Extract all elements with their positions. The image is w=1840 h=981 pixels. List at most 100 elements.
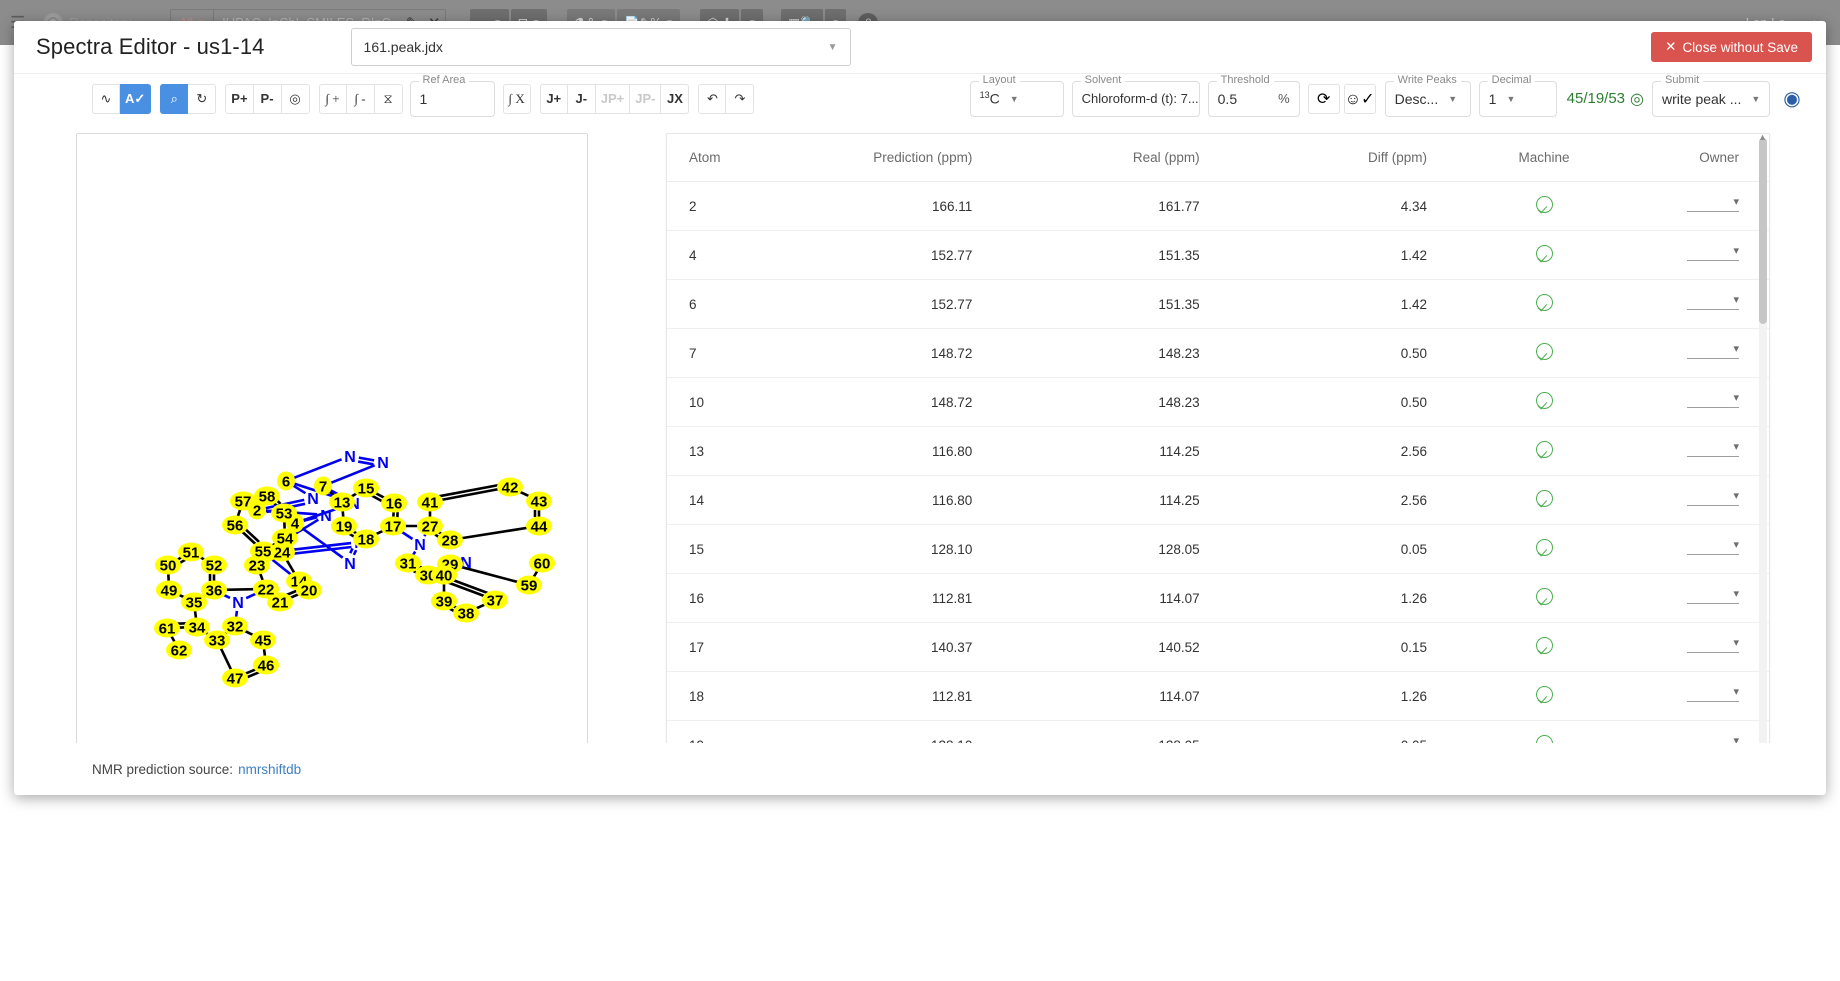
owner-select[interactable] bbox=[1687, 736, 1739, 743]
atom-label-15[interactable]: 15 bbox=[358, 481, 375, 498]
atom-label-60[interactable]: 60 bbox=[534, 556, 551, 573]
cell-real[interactable]: 148.23 bbox=[1014, 378, 1241, 427]
threshold-field[interactable]: Threshold 0.5 % bbox=[1208, 81, 1300, 117]
cell-owner[interactable] bbox=[1619, 574, 1769, 623]
cell-owner[interactable] bbox=[1619, 721, 1769, 744]
undo-button[interactable]: ↶ bbox=[698, 84, 726, 114]
atom-label-39[interactable]: 39 bbox=[436, 594, 453, 611]
cell-real[interactable]: 148.23 bbox=[1014, 329, 1241, 378]
coupling-add-button[interactable]: J+ bbox=[540, 84, 568, 114]
table-row[interactable]: 10148.72148.230.50 bbox=[667, 378, 1769, 427]
cell-real[interactable]: 114.07 bbox=[1014, 672, 1241, 721]
assignment-table-panel[interactable]: Atom Prediction (ppm) Real (ppm) Diff (p… bbox=[666, 133, 1770, 743]
cell-owner[interactable] bbox=[1619, 378, 1769, 427]
person-check-icon[interactable]: ☺✓ bbox=[1344, 84, 1376, 114]
atom-label-6[interactable]: 6 bbox=[282, 474, 290, 491]
table-scrollbar[interactable] bbox=[1759, 138, 1767, 743]
write-peaks-select[interactable]: Write Peaks Desc... ▼ bbox=[1385, 81, 1471, 117]
molecule-viewer[interactable]: NNNNNNNNNN246710131415161718192021222324… bbox=[76, 133, 588, 743]
atom-label-41[interactable]: 41 bbox=[422, 495, 439, 512]
submit-select[interactable]: Submit write peak ... ▼ bbox=[1652, 81, 1770, 117]
refresh-icon[interactable]: ⟳ bbox=[1308, 84, 1340, 114]
cell-real[interactable]: 114.25 bbox=[1014, 476, 1241, 525]
atom-label-17[interactable]: 17 bbox=[385, 519, 402, 536]
solvent-select[interactable]: Solvent Chloroform-d (t): 7... ▼ bbox=[1072, 81, 1200, 117]
atom-label-36[interactable]: 36 bbox=[206, 583, 223, 600]
atom-label-44[interactable]: 44 bbox=[531, 519, 548, 536]
table-row[interactable]: 4152.77151.351.42 bbox=[667, 231, 1769, 280]
owner-select[interactable] bbox=[1687, 442, 1739, 457]
cell-real[interactable]: 128.05 bbox=[1014, 525, 1241, 574]
atom-label-62[interactable]: 62 bbox=[171, 643, 188, 660]
cell-owner[interactable] bbox=[1619, 672, 1769, 721]
owner-select[interactable] bbox=[1687, 540, 1739, 555]
table-row[interactable]: 15128.10128.050.05 bbox=[667, 525, 1769, 574]
atom-label-19[interactable]: 19 bbox=[336, 519, 353, 536]
peak-add-button[interactable]: P+ bbox=[225, 84, 253, 114]
atom-label-20[interactable]: 20 bbox=[301, 583, 318, 600]
atom-label-33[interactable]: 33 bbox=[209, 633, 226, 650]
nmrshiftdb-link[interactable]: nmrshiftdb bbox=[238, 762, 301, 777]
decimal-select[interactable]: Decimal 1 ▼ bbox=[1479, 81, 1557, 117]
table-row[interactable]: 2166.11161.774.34 bbox=[667, 182, 1769, 231]
owner-select[interactable] bbox=[1687, 589, 1739, 604]
atom-label-54[interactable]: 54 bbox=[277, 531, 294, 548]
cell-real[interactable]: 151.35 bbox=[1014, 280, 1241, 329]
coupling-remove-button[interactable]: J- bbox=[568, 84, 596, 114]
integral-remove-button[interactable]: ∫ - bbox=[347, 84, 375, 114]
peak-remove-button[interactable]: P- bbox=[254, 84, 282, 114]
atom-label-45[interactable]: 45 bbox=[255, 633, 272, 650]
cell-real[interactable]: 151.35 bbox=[1014, 231, 1241, 280]
atom-label-53[interactable]: 53 bbox=[276, 506, 293, 523]
atom-label-35[interactable]: 35 bbox=[186, 595, 203, 612]
cell-owner[interactable] bbox=[1619, 427, 1769, 476]
scroll-up-icon[interactable]: ▲ bbox=[1758, 133, 1767, 142]
cell-real[interactable]: 114.07 bbox=[1014, 574, 1241, 623]
cell-real[interactable]: 161.77 bbox=[1014, 182, 1241, 231]
atom-label-37[interactable]: 37 bbox=[487, 593, 504, 610]
cell-real[interactable]: 140.52 bbox=[1014, 623, 1241, 672]
owner-select[interactable] bbox=[1687, 197, 1739, 212]
hourglass-button[interactable]: ⧖ bbox=[375, 84, 403, 114]
atom-label-22[interactable]: 22 bbox=[258, 582, 275, 599]
auto-peak-button[interactable]: A✓ bbox=[120, 84, 151, 114]
atom-label-52[interactable]: 52 bbox=[206, 558, 223, 575]
table-row[interactable]: 14116.80114.252.56 bbox=[667, 476, 1769, 525]
atom-label-16[interactable]: 16 bbox=[386, 496, 403, 513]
atom-label-32[interactable]: 32 bbox=[227, 619, 244, 636]
atom-label-46[interactable]: 46 bbox=[258, 658, 275, 675]
table-row[interactable]: 16112.81114.071.26 bbox=[667, 574, 1769, 623]
atom-label-18[interactable]: 18 bbox=[358, 532, 375, 549]
table-row[interactable]: 7148.72148.230.50 bbox=[667, 329, 1769, 378]
atom-label-49[interactable]: 49 bbox=[161, 583, 178, 600]
atom-label-13[interactable]: 13 bbox=[334, 495, 351, 512]
cell-owner[interactable] bbox=[1619, 623, 1769, 672]
owner-select[interactable] bbox=[1687, 344, 1739, 359]
owner-select[interactable] bbox=[1687, 295, 1739, 310]
atom-label-42[interactable]: 42 bbox=[502, 480, 519, 497]
redo-button[interactable]: ↷ bbox=[726, 84, 754, 114]
owner-select[interactable] bbox=[1687, 491, 1739, 506]
atom-label-50[interactable]: 50 bbox=[160, 558, 177, 575]
file-select[interactable]: 161.peak.jdx ▼ bbox=[351, 28, 851, 66]
zoom-reset-button[interactable]: ↻ bbox=[188, 84, 216, 114]
atom-label-59[interactable]: 59 bbox=[521, 578, 538, 595]
peak-curve-button[interactable]: ∿ bbox=[92, 84, 120, 114]
cell-owner[interactable] bbox=[1619, 329, 1769, 378]
atom-label-31[interactable]: 31 bbox=[400, 556, 417, 573]
peak-pick-button[interactable]: ◎ bbox=[282, 84, 310, 114]
table-row[interactable]: 17140.37140.520.15 bbox=[667, 623, 1769, 672]
atom-label-55[interactable]: 55 bbox=[255, 544, 272, 561]
table-row[interactable]: 18112.81114.071.26 bbox=[667, 672, 1769, 721]
table-row[interactable]: 19128.10128.050.05 bbox=[667, 721, 1769, 744]
atom-label-28[interactable]: 28 bbox=[442, 533, 459, 550]
close-without-save-button[interactable]: ✕ Close without Save bbox=[1651, 32, 1812, 62]
atom-label-27[interactable]: 27 bbox=[422, 519, 439, 536]
cell-owner[interactable] bbox=[1619, 280, 1769, 329]
integral-add-button[interactable]: ∫ + bbox=[319, 84, 347, 114]
atom-label-47[interactable]: 47 bbox=[227, 671, 244, 688]
play-circle-icon[interactable]: ◉ bbox=[1776, 84, 1808, 114]
atom-label-61[interactable]: 61 bbox=[159, 621, 176, 638]
owner-select[interactable] bbox=[1687, 638, 1739, 653]
table-row[interactable]: 13116.80114.252.56 bbox=[667, 427, 1769, 476]
